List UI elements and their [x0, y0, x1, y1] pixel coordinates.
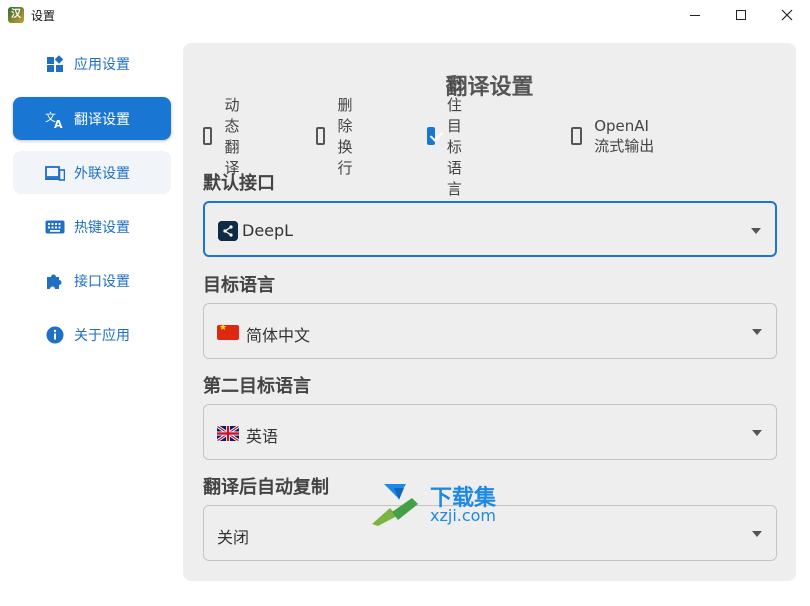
sidebar-item-label: 热键设置: [74, 220, 130, 236]
default-api-label: 默认接口: [203, 173, 275, 194]
puzzle-icon: [45, 271, 65, 291]
second-target-language-value: 英语: [246, 427, 279, 446]
title-bar: 汉 设置: [0, 0, 810, 30]
maximize-button[interactable]: [718, 0, 764, 30]
target-language-value: 简体中文: [246, 326, 311, 345]
sidebar-item-label: 翻译设置: [74, 112, 130, 128]
sidebar-item-label: 外联设置: [74, 166, 130, 182]
remember-target-language-checkbox[interactable]: 记住目标语言: [427, 75, 472, 198]
minimize-button[interactable]: [672, 0, 718, 30]
second-target-language-label: 第二目标语言: [203, 376, 311, 397]
auto-copy-label: 翻译后自动复制: [203, 477, 329, 498]
svg-text:A: A: [54, 118, 63, 129]
remove-linebreak-checkbox[interactable]: 删除换行: [316, 96, 361, 177]
sidebar-item-app-settings[interactable]: 应用设置: [13, 42, 171, 85]
checkbox-label: 动态翻译: [224, 96, 240, 177]
sidebar-item-about[interactable]: 关于应用: [13, 313, 171, 356]
watermark-url: xzji.com: [430, 506, 497, 525]
checkbox-box[interactable]: [571, 127, 583, 145]
second-target-language-select[interactable]: 英语: [203, 404, 777, 460]
close-icon: [781, 9, 793, 21]
sidebar-item-hotkey-settings[interactable]: 热键设置: [13, 205, 171, 248]
flag-cn-icon: [217, 323, 239, 340]
checkbox-box[interactable]: [203, 127, 213, 145]
sidebar-item-external-settings[interactable]: 外联设置: [13, 151, 171, 194]
keyboard-icon: [45, 217, 65, 237]
sidebar-item-label: 应用设置: [74, 57, 130, 73]
flag-uk-icon: [217, 426, 239, 441]
maximize-icon: [736, 10, 746, 20]
sidebar-item-api-settings[interactable]: 接口设置: [13, 259, 171, 302]
window-title: 设置: [31, 9, 56, 23]
translate-icon: 文A: [45, 109, 65, 129]
target-language-label: 目标语言: [203, 275, 275, 296]
app-icon: 汉: [8, 7, 24, 23]
default-api-value: DeepL: [242, 221, 294, 240]
dropdown-arrow-icon: [752, 430, 762, 436]
sidebar-item-label: 关于应用: [74, 328, 130, 344]
checkbox-box-checked[interactable]: [427, 127, 435, 145]
info-icon: [45, 325, 65, 345]
devices-icon: [45, 163, 65, 183]
checkbox-label: 记住目标语言: [446, 75, 462, 198]
openai-stream-checkbox[interactable]: OpenAI 流式输出: [571, 117, 656, 155]
page-title: 翻译设置: [445, 75, 534, 100]
widgets-icon: [45, 54, 65, 74]
sidebar-item-label: 接口设置: [74, 274, 130, 290]
default-api-select[interactable]: DeepL: [203, 201, 777, 257]
target-language-select[interactable]: 简体中文: [203, 303, 777, 359]
checkbox-label: OpenAI 流式输出: [594, 116, 655, 155]
auto-copy-value: 关闭: [217, 528, 250, 547]
sidebar-item-translate-settings[interactable]: 文A 翻译设置: [13, 97, 171, 140]
watermark-logo-icon: [372, 484, 418, 526]
checkbox-label: 删除换行: [337, 96, 353, 177]
dropdown-arrow-icon: [751, 228, 761, 234]
dynamic-translate-checkbox[interactable]: 动态翻译: [203, 96, 248, 177]
sidebar: 应用设置 文A 翻译设置 外联设置 热键设置 接口设置 关于应用: [0, 30, 183, 606]
deepl-icon: [218, 221, 238, 241]
dropdown-arrow-icon: [752, 531, 762, 537]
checkbox-box[interactable]: [316, 127, 326, 145]
close-button[interactable]: [764, 0, 810, 30]
minimize-icon: [690, 14, 700, 16]
dropdown-arrow-icon: [752, 329, 762, 335]
watermark: 下载集 xzji.com: [370, 480, 510, 526]
